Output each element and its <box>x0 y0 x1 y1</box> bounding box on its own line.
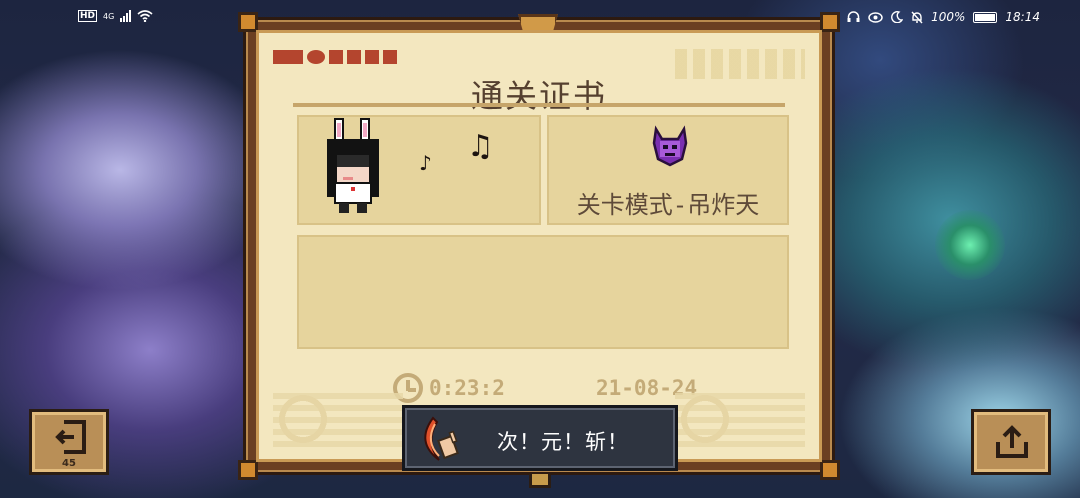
bunny-ear-girl-icon <box>327 118 379 213</box>
music-note-large: ♫ <box>467 129 494 164</box>
signal-icon <box>120 10 132 22</box>
cellular-indicator: 4G <box>103 11 115 21</box>
weapon-name: 次！元！斩！ <box>497 430 629 454</box>
clear-stats: 0:23:2 21-08-24 <box>387 373 717 407</box>
share-button[interactable] <box>971 409 1051 475</box>
music-note-small: ♪ <box>419 151 432 175</box>
certificate-paper: 通关证书 ♪ ♫ 关卡模式-吊炸天 0:23:2 21-08-24 <box>256 30 822 462</box>
exit-door-icon <box>55 420 86 454</box>
mode-name: 关卡模式-吊炸天 <box>576 191 760 219</box>
clock-time: 18:14 <box>1005 10 1040 24</box>
bottom-right-ornament <box>675 389 805 447</box>
frame-corner <box>820 12 840 32</box>
hd-indicator: HD <box>78 10 98 22</box>
mute-icon <box>911 11 923 23</box>
bottom-gem-ornament <box>529 474 551 488</box>
frame-corner <box>238 12 258 32</box>
battery-icon <box>973 11 998 23</box>
exit-button-label: 45 <box>62 458 76 469</box>
headset-icon <box>847 11 860 22</box>
eye-icon <box>868 11 883 23</box>
weapon-plate: 次！元！斩！ <box>402 405 678 471</box>
frame-corner <box>820 460 840 480</box>
bottom-left-ornament <box>273 389 403 447</box>
exit-button[interactable]: 45 <box>29 409 109 475</box>
empty-detail-panel <box>297 235 789 349</box>
battery-percent: 100% <box>931 10 966 24</box>
purple-demon-icon <box>652 125 688 167</box>
certificate-title: 通关证书 <box>470 77 607 115</box>
crescent-blade-icon <box>424 416 459 461</box>
frame-corner <box>238 460 258 480</box>
top-left-ornament <box>273 47 423 67</box>
moon-icon <box>891 11 904 23</box>
wifi-icon <box>137 10 153 22</box>
clear-time: 0:23:2 <box>429 376 505 400</box>
title-divider <box>293 103 785 107</box>
share-upload-icon <box>996 425 1028 458</box>
character-panel: ♪ ♫ <box>297 115 541 225</box>
mode-panel: 关卡模式-吊炸天 <box>547 115 789 225</box>
